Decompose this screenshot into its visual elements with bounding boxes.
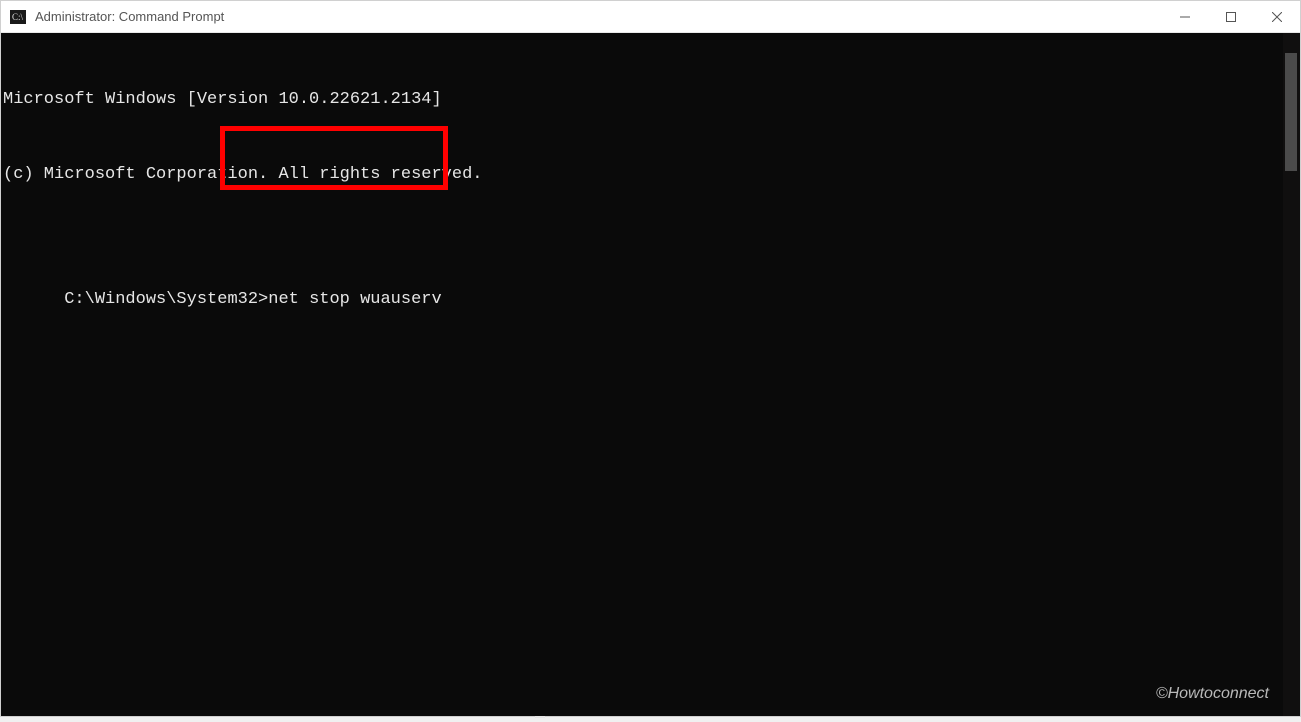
terminal-output-line: Microsoft Windows [Version 10.0.22621.21… [1, 87, 1283, 112]
scrollbar-thumb[interactable] [1285, 53, 1297, 171]
close-button[interactable] [1254, 1, 1300, 32]
terminal-prompt-line: C:\Windows\System32>net stop wuauserv [62, 290, 441, 309]
command-prompt-window: C:\ Administrator: Command Prompt Micros… [0, 0, 1301, 717]
typed-command: net stop wuauserv [268, 290, 441, 309]
titlebar: C:\ Administrator: Command Prompt [1, 1, 1300, 33]
blank-line [1, 237, 1283, 262]
terminal-output-line: (c) Microsoft Corporation. All rights re… [1, 162, 1283, 187]
window-controls [1162, 1, 1300, 32]
maximize-button[interactable] [1208, 1, 1254, 32]
cmd-icon: C:\ [9, 9, 27, 25]
minimize-button[interactable] [1162, 1, 1208, 32]
watermark-text: ©Howtoconnect [1156, 681, 1269, 706]
prompt-path: C:\Windows\System32> [64, 290, 268, 309]
terminal-area: Microsoft Windows [Version 10.0.22621.21… [1, 33, 1300, 716]
window-title: Administrator: Command Prompt [35, 9, 1162, 24]
text-cursor [535, 716, 545, 718]
terminal[interactable]: Microsoft Windows [Version 10.0.22621.21… [1, 33, 1283, 716]
svg-text:C:\: C:\ [12, 12, 24, 22]
vertical-scrollbar[interactable] [1283, 33, 1300, 716]
